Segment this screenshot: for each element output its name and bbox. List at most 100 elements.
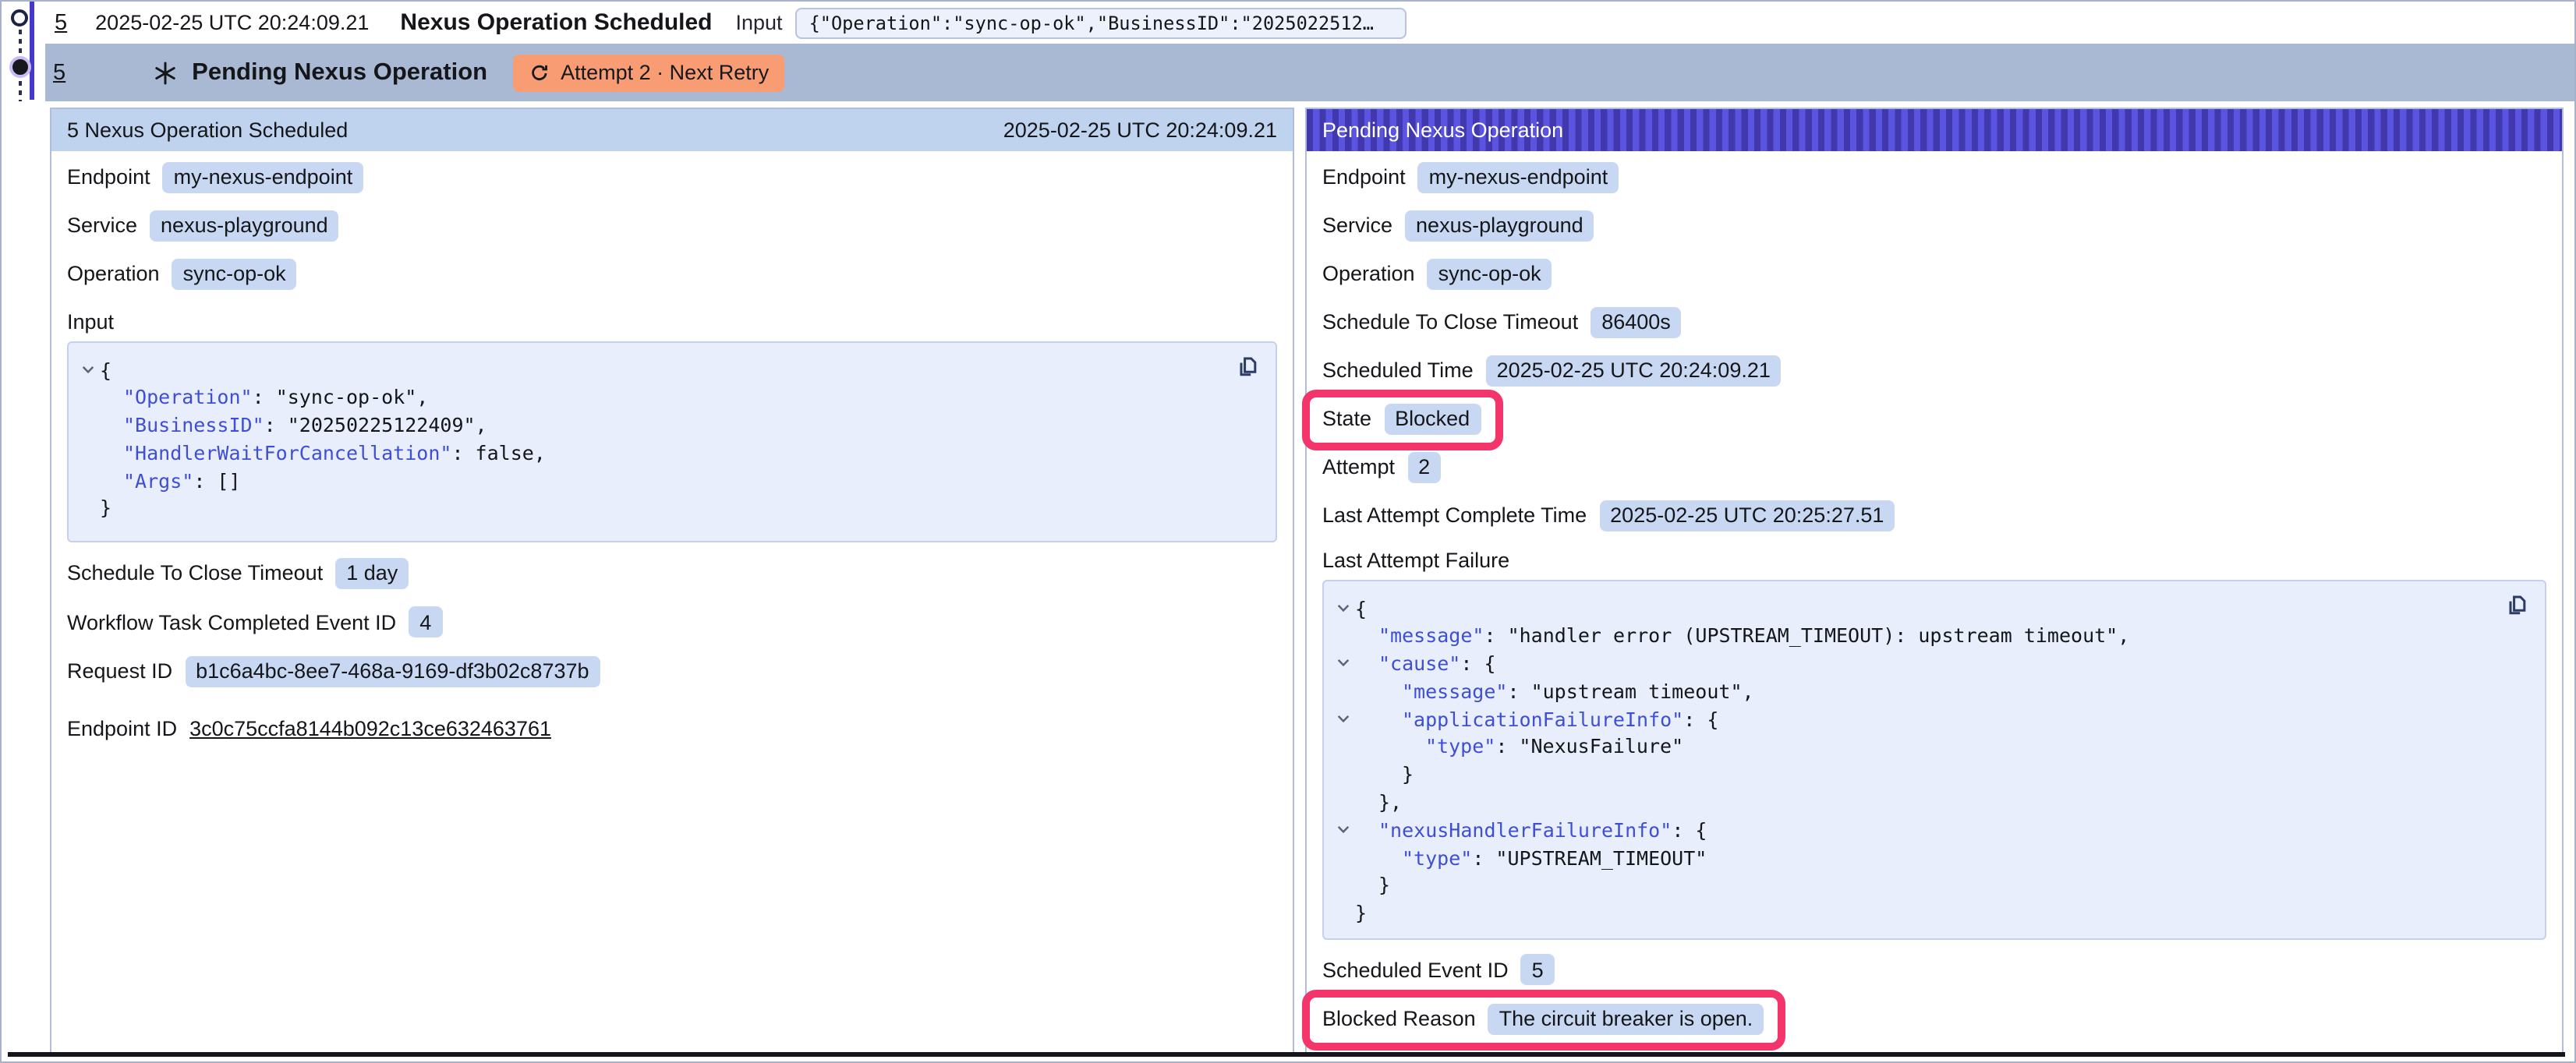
- field-value: sync-op-ok: [172, 258, 297, 289]
- attempt-retry-badge: Attempt 2 · Next Retry: [512, 54, 784, 91]
- collapse-chevron-icon[interactable]: [1330, 844, 1355, 872]
- code-text: }: [1355, 761, 1414, 789]
- field-value: 5: [1521, 954, 1555, 985]
- field-label: Last Attempt Complete Time: [1322, 503, 1587, 527]
- code-text: }: [100, 495, 111, 523]
- panel-time: 2025-02-25 UTC 20:24:09.21: [1003, 118, 1277, 141]
- field-value: 2025-02-25 UTC 20:24:09.21: [1486, 355, 1782, 386]
- collapse-chevron-icon[interactable]: [75, 356, 100, 384]
- collapse-chevron-icon[interactable]: [1330, 678, 1355, 706]
- code-line: "HandlerWaitForCancellation": false,: [75, 440, 1232, 468]
- code-line: "cause": {: [1330, 650, 2501, 678]
- field-label: Operation: [67, 262, 160, 285]
- event-open-dot-icon[interactable]: [11, 9, 28, 26]
- collapse-chevron-icon[interactable]: [1330, 817, 1355, 845]
- field-row: Service nexus-playground: [1322, 210, 1594, 241]
- event-id-link[interactable]: 5: [55, 10, 67, 35]
- field-row: Service nexus-playground: [67, 210, 339, 241]
- collapse-chevron-icon[interactable]: [1330, 900, 1355, 928]
- field-label: Operation: [1322, 262, 1415, 285]
- field-value: my-nexus-endpoint: [1418, 161, 1619, 192]
- field-label: Schedule To Close Timeout: [1322, 310, 1578, 334]
- field-row: Attempt 2: [1322, 451, 1441, 482]
- collapse-chevron-icon[interactable]: [75, 411, 100, 440]
- copy-icon[interactable]: [2504, 592, 2529, 618]
- collapse-chevron-icon[interactable]: [75, 384, 100, 412]
- collapse-chevron-icon[interactable]: [1330, 705, 1355, 733]
- field-row: Operation sync-op-ok: [67, 258, 297, 289]
- code-line: {: [1330, 595, 2501, 623]
- json-lines: { "Operation": "sync-op-ok", "BusinessID…: [75, 356, 1232, 523]
- field-value: nexus-playground: [150, 210, 339, 241]
- collapse-chevron-icon[interactable]: [1330, 789, 1355, 817]
- collapse-chevron-icon[interactable]: [75, 467, 100, 495]
- field-row: Endpoint my-nexus-endpoint: [67, 161, 363, 192]
- code-line: }: [75, 495, 1232, 523]
- field-row: Operation sync-op-ok: [1322, 258, 1552, 289]
- collapse-chevron-icon[interactable]: [1330, 650, 1355, 678]
- collapse-chevron-icon[interactable]: [1330, 595, 1355, 623]
- code-line: },: [1330, 789, 2501, 817]
- event-history-screen: 5 2025-02-25 UTC 20:24:09.21 Nexus Opera…: [0, 0, 2576, 1063]
- field-value: nexus-playground: [1405, 210, 1594, 241]
- code-line: }: [1330, 900, 2501, 928]
- field-value: b1c6a4bc-8ee7-468a-9169-df3b02c8737b: [185, 655, 600, 687]
- code-line: "nexusHandlerFailureInfo": {: [1330, 817, 2501, 845]
- code-text: "BusinessID": "20250225122409",: [100, 411, 487, 440]
- code-line: {: [75, 356, 1232, 384]
- panel-title: Pending Nexus Operation: [1322, 118, 1563, 141]
- field-value: 4: [409, 606, 442, 637]
- panel-header-pending: Pending Nexus Operation: [1307, 108, 2562, 150]
- field-value: Blocked: [1384, 403, 1481, 434]
- field-label: Request ID: [67, 659, 172, 683]
- selected-event-bar: [29, 2, 34, 100]
- event-row-pending[interactable]: 5 Pending Nexus Operation Attempt 2 · Ne…: [45, 44, 2574, 101]
- fields-group-b: Scheduled Event ID 5 Blocked Reason The …: [1322, 954, 2546, 1034]
- collapse-chevron-icon[interactable]: [75, 440, 100, 468]
- code-line: "applicationFailureInfo": {: [1330, 705, 2501, 733]
- field-label: Service: [1322, 214, 1392, 237]
- code-text: "HandlerWaitForCancellation": false,: [100, 440, 546, 468]
- field-label: Blocked Reason: [1322, 1007, 1476, 1030]
- field-value: 2: [1407, 451, 1441, 482]
- timeline-dashed-connector: [18, 30, 21, 55]
- field-row: Endpoint ID 3c0c75ccfa8144b092c13ce63246…: [67, 713, 551, 744]
- field-value: The circuit breaker is open.: [1488, 1003, 1764, 1034]
- code-text: "applicationFailureInfo": {: [1355, 705, 1718, 733]
- panel-header-scheduled: 5 Nexus Operation Scheduled 2025-02-25 U…: [51, 108, 1293, 150]
- code-text: "nexusHandlerFailureInfo": {: [1355, 817, 1707, 845]
- field-row: Scheduled Time 2025-02-25 UTC 20:24:09.2…: [1322, 355, 1782, 386]
- collapse-chevron-icon[interactable]: [1330, 872, 1355, 900]
- event-filled-dot-icon[interactable]: [9, 56, 30, 78]
- field-row: Endpoint my-nexus-endpoint: [1322, 161, 1619, 192]
- input-inline-label: Input: [736, 11, 783, 34]
- field-label: Workflow Task Completed Event ID: [67, 610, 396, 634]
- input-json-block: { "Operation": "sync-op-ok", "BusinessID…: [67, 341, 1277, 542]
- field-value[interactable]: 3c0c75ccfa8144b092c13ce632463761: [189, 717, 551, 740]
- failure-section-label: Last Attempt Failure: [1322, 548, 2546, 576]
- input-section-label: Input: [67, 309, 1277, 337]
- failure-json-block: { "message": "handler error (UPSTREAM_TI…: [1322, 579, 2546, 939]
- event-time: 2025-02-25 UTC 20:24:09.21: [95, 11, 369, 34]
- code-line: "Args": []: [75, 467, 1232, 495]
- pending-operation-panel: Pending Nexus Operation Endpoint my-nexu…: [1305, 107, 2564, 1054]
- attempt-retry-label: Attempt 2 · Next Retry: [561, 61, 769, 84]
- field-label: Endpoint ID: [67, 717, 177, 740]
- input-inline-snippet[interactable]: {"Operation":"sync-op-ok","BusinessID":"…: [795, 7, 1407, 38]
- code-text: {: [100, 356, 111, 384]
- field-label: Endpoint: [67, 165, 150, 189]
- event-row-scheduled[interactable]: 5 2025-02-25 UTC 20:24:09.21 Nexus Opera…: [45, 2, 2574, 44]
- panel-title: 5 Nexus Operation Scheduled: [67, 118, 348, 141]
- field-label: Schedule To Close Timeout: [67, 561, 323, 584]
- copy-icon[interactable]: [1235, 353, 1260, 380]
- code-text: "message": "upstream timeout",: [1355, 678, 1754, 706]
- collapse-chevron-icon[interactable]: [75, 495, 100, 523]
- event-title: Nexus Operation Scheduled: [400, 9, 712, 36]
- collapse-chevron-icon[interactable]: [1330, 733, 1355, 761]
- field-row: Request ID b1c6a4bc-8ee7-468a-9169-df3b0…: [67, 655, 600, 687]
- collapse-chevron-icon[interactable]: [1330, 623, 1355, 651]
- collapse-chevron-icon[interactable]: [1330, 761, 1355, 789]
- field-value: my-nexus-endpoint: [163, 161, 364, 192]
- code-text: "cause": {: [1355, 650, 1496, 678]
- event-id-link[interactable]: 5: [53, 60, 65, 85]
